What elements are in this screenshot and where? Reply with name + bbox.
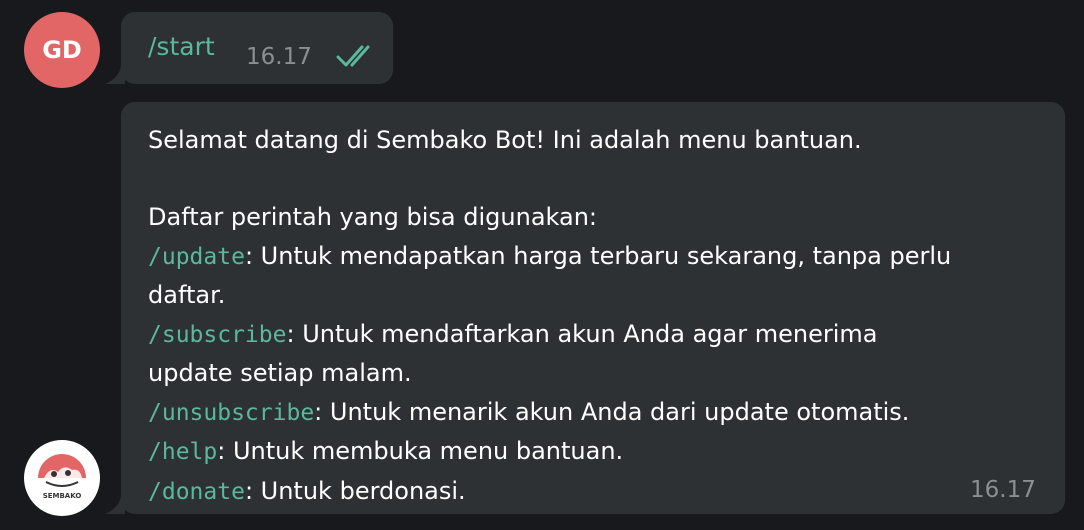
command-link-help[interactable]: /help (148, 439, 217, 465)
double-check-icon (336, 45, 370, 67)
user-avatar-initials: GD (42, 36, 82, 64)
command-description: : Untuk menarik akun Anda dari update ot… (314, 397, 910, 426)
intro-text: Selamat datang di Sembako Bot! Ini adala… (148, 126, 862, 154)
command-item: /help: Untuk membuka menu bantuan. (148, 432, 1048, 472)
bot-message-time: 16.17 (970, 477, 1036, 503)
command-link-update[interactable]: /update (148, 244, 245, 270)
bot-message-text: Selamat datang di Sembako Bot! Ini adala… (148, 121, 1048, 511)
command-item: /donate: Untuk berdonasi. (148, 472, 1048, 512)
svg-text:SEMBAKO: SEMBAKO (43, 492, 82, 500)
command-link-subscribe[interactable]: /subscribe (148, 322, 286, 348)
user-message-time: 16.17 (246, 44, 312, 70)
command-description: : Untuk membuka menu bantuan. (217, 437, 624, 465)
command-item: /unsubscribe: Untuk menarik akun Anda da… (148, 393, 1048, 433)
chat-area: GD /start 16.17 Selamat datang di Sembak… (0, 0, 1084, 530)
sembako-logo-icon: SEMBAKO (38, 454, 86, 500)
command-link-unsubscribe[interactable]: /unsubscribe (148, 400, 314, 426)
sent-command-text[interactable]: /start (148, 32, 215, 61)
command-item: /update: Untuk mendapatkan harga terbaru… (148, 237, 1048, 277)
list-header: Daftar perintah yang bisa digunakan: (148, 203, 598, 231)
command-description: : Untuk mendaftarkan akun Anda agar mene… (286, 319, 878, 348)
bot-avatar[interactable]: SEMBAKO (24, 440, 100, 516)
command-link-donate[interactable]: /donate (148, 479, 245, 505)
command-description: : Untuk berdonasi. (244, 476, 466, 505)
user-avatar[interactable]: GD (24, 12, 100, 88)
command-item: /subscribe: Untuk mendaftarkan akun Anda… (148, 315, 1048, 355)
command-description: : Untuk mendapatkan harga terbaru sekara… (244, 241, 952, 270)
command-description-cont: update setiap malam. (148, 359, 412, 387)
command-description-cont: daftar. (148, 281, 226, 309)
